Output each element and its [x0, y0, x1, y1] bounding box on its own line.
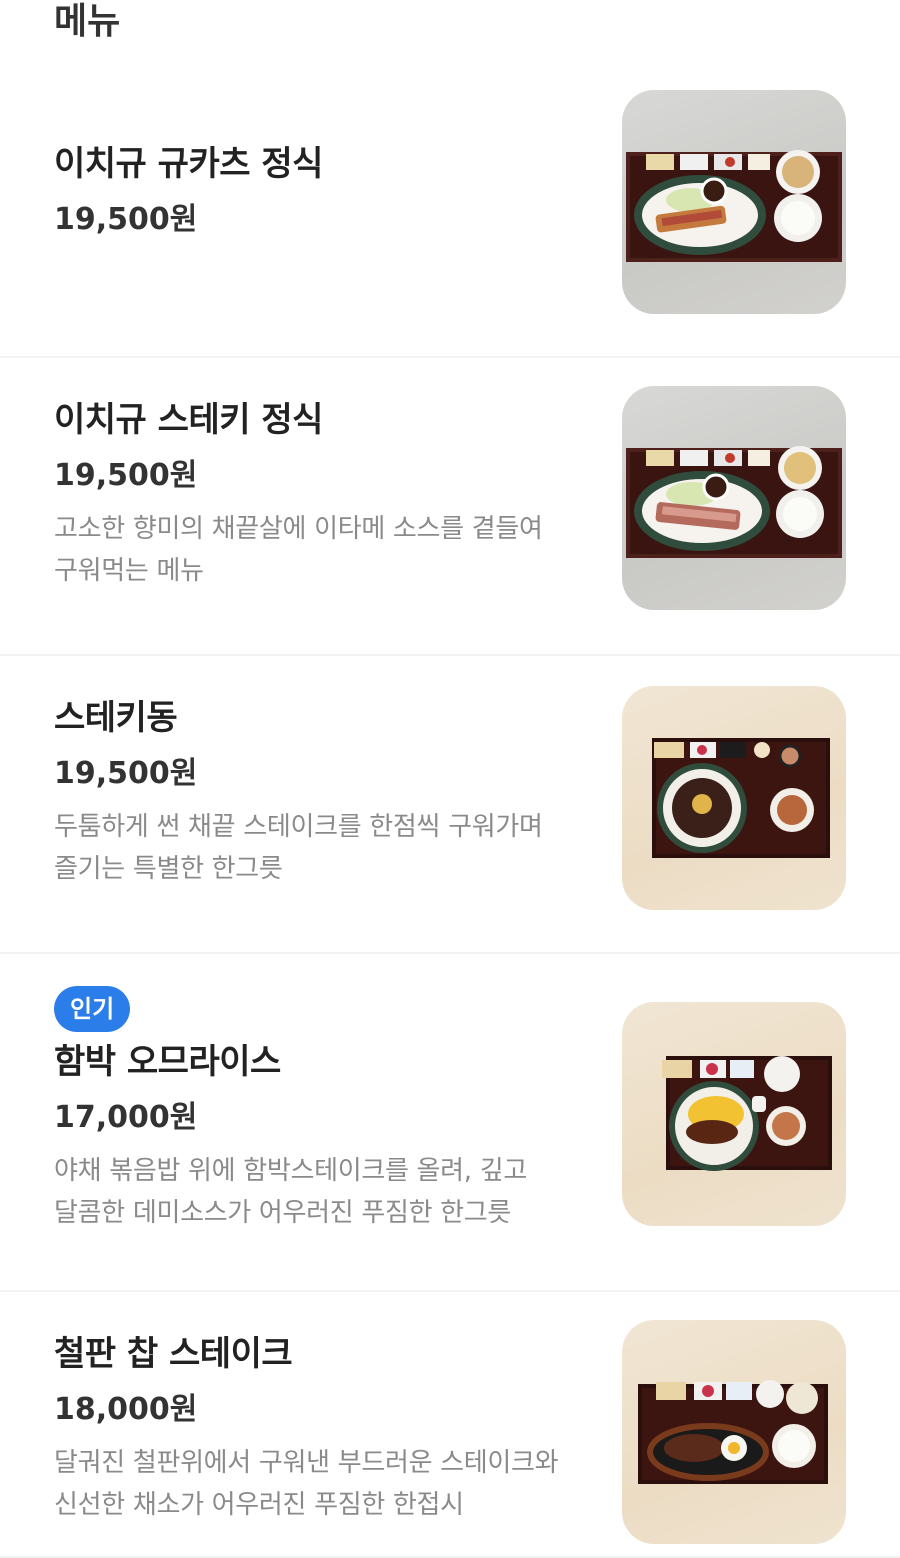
menu-item-hamburg-omurice[interactable]: 인기 함박 오므라이스 17,000원 야채 볶음밥 위에 함박스테이크를 올려…: [0, 954, 900, 1292]
hamburg-omurice-photo-icon: [622, 1002, 846, 1226]
menu-item-steak-don[interactable]: 스테키동 19,500원 두툼하게 썬 채끝 스테이크를 한점씩 구워가며 즐기…: [0, 656, 900, 954]
gyukatsu-set-photo-icon: [622, 90, 846, 314]
menu-item-price: 19,500원: [54, 458, 198, 493]
menu-item-gyukatsu-set[interactable]: 이치규 규카츠 정식 19,500원: [0, 60, 900, 358]
iron-plate-steak-photo-icon: [622, 1320, 846, 1544]
popular-badge: 인기: [54, 986, 131, 1032]
menu-item-name: 철판 찹 스테이크: [54, 1334, 293, 1374]
menu-item-steak-set[interactable]: 이치규 스테키 정식 19,500원 고소한 향미의 채끝살에 이타메 소스를 …: [0, 358, 900, 656]
menu-item-price: 19,500원: [54, 202, 198, 237]
menu-item-description: 야채 볶음밥 위에 함박스테이크를 올려, 깊고 달콤한 데미소스가 어우러진 …: [54, 1156, 527, 1228]
menu-item-price: 18,000원: [54, 1392, 198, 1427]
menu-item-name: 스테키동: [54, 698, 178, 738]
menu-item-name: 이치규 스테키 정식: [54, 400, 323, 440]
steak-set-photo-icon: [622, 386, 846, 610]
menu-item-name: 함박 오므라이스: [54, 1042, 281, 1082]
menu-item-name: 이치규 규카츠 정식: [54, 144, 323, 184]
menu-item-description: 달궈진 철판위에서 구워낸 부드러운 스테이크와 신선한 채소가 어우러진 푸짐…: [54, 1448, 559, 1520]
menu-item-iron-plate-steak[interactable]: 철판 찹 스테이크 18,000원 달궈진 철판위에서 구워낸 부드러운 스테이…: [0, 1292, 900, 1558]
menu-section-title: 메뉴: [54, 1, 121, 42]
menu-item-price: 19,500원: [54, 756, 198, 791]
steak-don-photo-icon: [622, 686, 846, 910]
menu-item-description: 두툼하게 썬 채끝 스테이크를 한점씩 구워가며 즐기는 특별한 한그릇: [54, 812, 543, 884]
menu-item-price: 17,000원: [54, 1100, 198, 1135]
menu-item-description: 고소한 향미의 채끝살에 이타메 소스를 곁들여 구워먹는 메뉴: [54, 514, 543, 586]
